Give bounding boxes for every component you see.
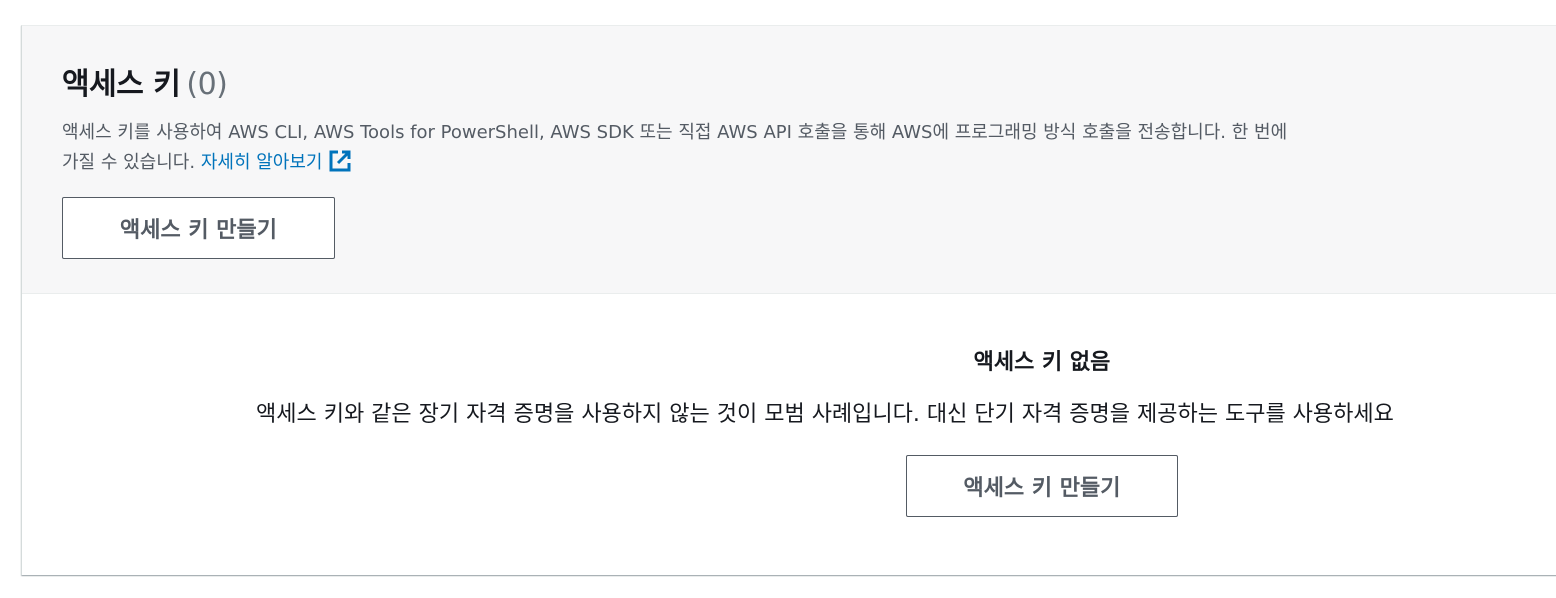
learn-more-link[interactable]: 자세히 알아보기	[200, 150, 353, 173]
learn-more-label: 자세히 알아보기	[200, 152, 323, 173]
description-line-2-container: 가질 수 있습니다. 자세히 알아보기	[62, 148, 1556, 178]
access-keys-panel: 액세스 키 (0) 액세스 키를 사용하여 AWS CLI, AWS Tools …	[21, 25, 1556, 575]
external-link-icon	[329, 150, 351, 172]
panel-title: 액세스 키 (0)	[62, 66, 228, 104]
empty-state-description: 액세스 키와 같은 장기 자격 증명을 사용하지 않는 것이 모범 사례입니다.…	[256, 402, 1394, 427]
description-line-2: 가질 수 있습니다.	[62, 152, 196, 173]
create-access-key-button[interactable]: 액세스 키 만들기	[62, 197, 335, 259]
access-key-count: (0)	[186, 67, 228, 102]
panel-description: 액세스 키를 사용하여 AWS CLI, AWS Tools for Power…	[62, 118, 1556, 178]
panel-title-text: 액세스 키	[62, 67, 181, 102]
panel-header: 액세스 키 (0) 액세스 키를 사용하여 AWS CLI, AWS Tools …	[22, 26, 1556, 294]
description-line-1: 액세스 키를 사용하여 AWS CLI, AWS Tools for Power…	[62, 122, 1288, 143]
empty-state-create-access-key-button[interactable]: 액세스 키 만들기	[906, 455, 1178, 517]
empty-state-title: 액세스 키 없음	[973, 350, 1111, 375]
